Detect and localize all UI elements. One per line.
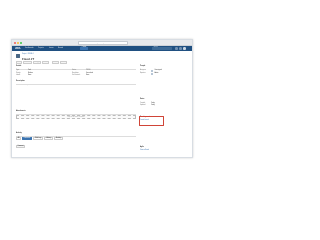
issue-view: Project / ISSUE-1 Fixed JT Edit Comment …	[12, 51, 192, 157]
jira-logo[interactable]: JIRA	[15, 47, 20, 50]
tab-work-log[interactable]: Work Log	[33, 137, 43, 140]
user-avatar-icon[interactable]	[183, 47, 186, 50]
address-bar[interactable]: jira.example.com	[78, 41, 128, 45]
field-value-status[interactable]: TO DO	[86, 70, 90, 71]
details-heading: Details	[16, 66, 22, 67]
people-heading: People	[140, 66, 146, 67]
field-value-updated: Today	[151, 105, 155, 106]
reporter-avatar-icon	[151, 72, 154, 75]
browser-window: jira.example.com JIRA Dashboards Project…	[11, 39, 193, 158]
maximize-window-icon[interactable]	[20, 42, 22, 44]
create-button[interactable]: Create	[80, 47, 88, 50]
address-bar-text: jira.example.com	[96, 42, 110, 44]
agile-heading: Agile	[140, 147, 144, 148]
field-value-resolution: Unresolved	[86, 72, 94, 74]
field-label-priority: Priority:	[16, 72, 21, 74]
nav-item-issues[interactable]: Issues	[49, 48, 54, 49]
minimize-window-icon[interactable]	[17, 42, 19, 44]
tab-comments[interactable]: Comments	[22, 137, 32, 140]
attachments-heading: Attachments	[16, 111, 26, 112]
description-text[interactable]: Click to add description	[16, 85, 136, 86]
comment-op-button[interactable]: Comment	[23, 61, 32, 64]
field-value-type[interactable]: Task	[28, 70, 31, 71]
nav-item-projects[interactable]: Projects	[38, 48, 44, 49]
field-value-labels[interactable]: None	[28, 75, 31, 76]
done-button[interactable]: Done	[60, 61, 67, 64]
help-icon[interactable]	[175, 47, 178, 50]
nav-item-dashboards[interactable]: Dashboards	[25, 48, 34, 49]
project-avatar-icon	[16, 54, 20, 58]
description-heading: Description	[16, 81, 25, 82]
tab-all[interactable]: All	[16, 137, 21, 140]
activity-heading: Activity	[16, 133, 22, 134]
field-value-reporter[interactable]: Admin	[155, 73, 159, 74]
highlight-box	[139, 116, 164, 126]
field-label-created: Created:	[140, 102, 146, 104]
close-window-icon[interactable]	[14, 42, 16, 44]
comment-button[interactable]: Comment	[16, 145, 25, 148]
field-label-status: Status:	[72, 70, 77, 71]
field-value-assignee[interactable]: Unassigned	[155, 70, 162, 71]
view-on-board-link[interactable]: View on Board	[140, 150, 149, 151]
search-input[interactable]: Search	[152, 47, 172, 50]
field-label-updated: Updated:	[140, 105, 146, 106]
start-button[interactable]: Start	[52, 61, 59, 64]
nav-item-boards[interactable]: Boards	[58, 48, 63, 49]
dates-heading: Dates	[140, 99, 145, 100]
field-value-created: Today	[151, 102, 155, 104]
attachments-drop-zone[interactable]: Drop files to attach, or browse.	[16, 115, 136, 119]
field-label-resolution: Resolution:	[72, 72, 79, 74]
settings-icon[interactable]	[179, 47, 182, 50]
field-label-labels: Labels:	[16, 75, 21, 76]
issue-title[interactable]: Fixed JT	[22, 57, 34, 61]
more-button[interactable]: More	[42, 61, 49, 64]
field-label-reporter: Reporter:	[140, 73, 146, 74]
field-label-fix-version: Fix Version/s:	[72, 75, 81, 76]
tab-history[interactable]: History	[44, 137, 53, 140]
edit-button[interactable]: Edit	[16, 61, 22, 64]
assignee-avatar-icon	[151, 69, 154, 72]
field-label-type: Type:	[16, 70, 20, 71]
field-value-fix-version[interactable]: None	[86, 75, 89, 76]
field-label-assignee: Assignee:	[140, 70, 147, 71]
assign-button[interactable]: Assign	[33, 61, 41, 64]
tab-activity[interactable]: Activity	[54, 137, 63, 140]
field-value-priority[interactable]: Medium	[28, 73, 33, 74]
breadcrumb[interactable]: Project / ISSUE-1	[22, 54, 34, 55]
